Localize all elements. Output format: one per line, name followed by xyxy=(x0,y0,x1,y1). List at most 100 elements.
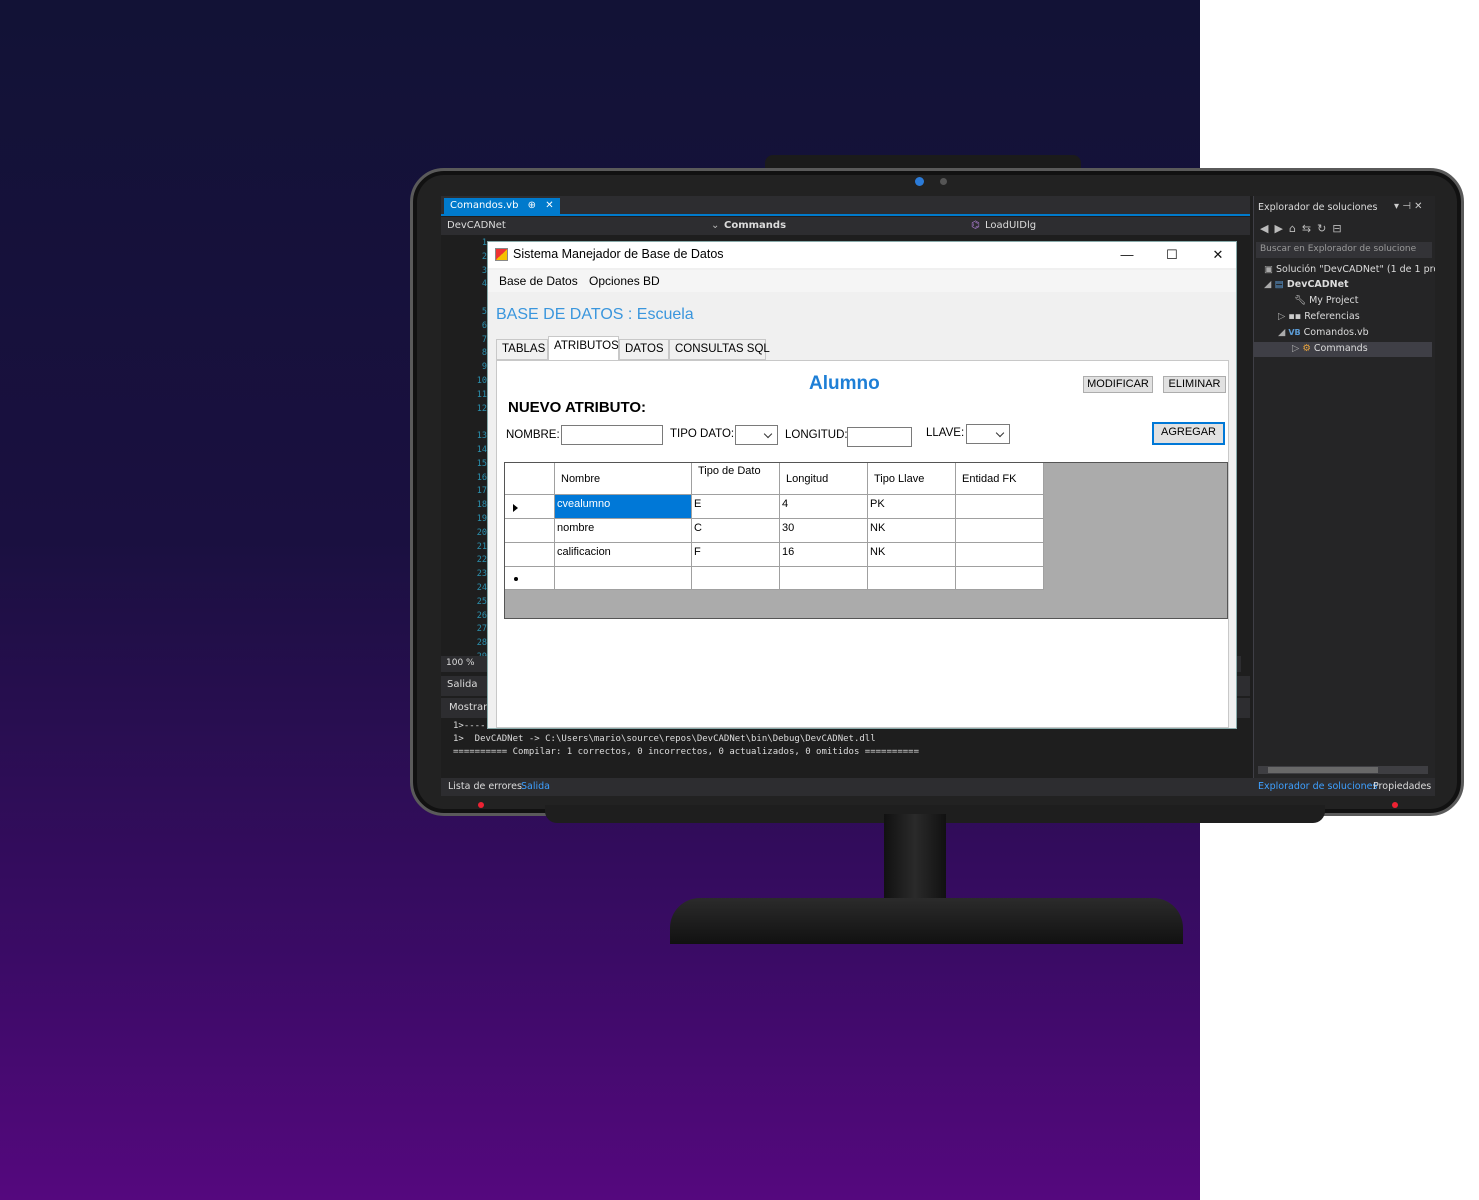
line-number: 2 xyxy=(481,251,487,262)
grid-cell[interactable]: C xyxy=(692,519,780,543)
name-label: NOMBRE: xyxy=(506,429,560,441)
tree-item-solution[interactable]: ▣ Solución "DevCADNet" (1 de 1 proy xyxy=(1264,264,1435,275)
tab-sql-queries[interactable]: CONSULTAS SQL xyxy=(669,339,770,360)
menu-db-options[interactable]: Opciones BD xyxy=(589,274,660,288)
grid-cell[interactable]: NK xyxy=(868,519,956,543)
column-header[interactable]: Tipo de Dato xyxy=(692,463,780,495)
grid-cell[interactable] xyxy=(956,519,1044,543)
row-header[interactable] xyxy=(505,495,555,519)
grid-cell[interactable]: F xyxy=(692,543,780,567)
tree-item-class[interactable]: ▷ ⚙︎ Commands xyxy=(1292,343,1368,354)
menu-database[interactable]: Base de Datos xyxy=(499,274,578,288)
grid-cell[interactable]: 16 xyxy=(780,543,868,567)
expanded-icon: ◢ xyxy=(1264,279,1275,290)
grid-cell-new[interactable] xyxy=(692,567,780,590)
tree-label: Solución "DevCADNet" (1 de 1 proy xyxy=(1276,264,1435,275)
grid-cell-new[interactable] xyxy=(780,567,868,590)
maximize-button[interactable]: ☐ xyxy=(1157,245,1187,265)
collapse-icon[interactable]: ⊟ xyxy=(1332,222,1347,235)
line-number: 3 xyxy=(481,265,487,276)
close-button[interactable]: ✕ xyxy=(1203,245,1233,265)
attributes-grid: Nombre Tipo de Dato Longitud Tipo Llave … xyxy=(504,462,1228,619)
grid-cell[interactable]: NK xyxy=(868,543,956,567)
delete-button[interactable]: ELIMINAR xyxy=(1163,376,1226,393)
tab-tables[interactable]: TABLAS xyxy=(496,339,548,360)
column-header[interactable]: Tipo Llave xyxy=(868,463,956,495)
name-input[interactable] xyxy=(561,425,663,445)
nav-method-dropdown[interactable]: LoadUIDlg xyxy=(985,220,1036,231)
grid-cell[interactable]: calificacion xyxy=(555,543,692,567)
search-placeholder: Buscar en Explorador de solucione xyxy=(1260,244,1417,254)
horizontal-scrollbar[interactable] xyxy=(1258,766,1428,774)
nav-project-dropdown[interactable]: DevCADNet xyxy=(447,220,506,231)
collapsed-icon: ▷ xyxy=(1292,343,1303,354)
column-header[interactable]: Longitud xyxy=(780,463,868,495)
key-dropdown[interactable] xyxy=(966,424,1010,444)
row-header[interactable] xyxy=(505,543,555,567)
grid-cell[interactable]: 4 xyxy=(780,495,868,519)
line-number xyxy=(459,416,487,430)
database-manager-window: Sistema Manejador de Base de Datos — ☐ ✕… xyxy=(487,241,1237,729)
minimize-button[interactable]: — xyxy=(1112,245,1142,265)
grid-cell[interactable]: nombre xyxy=(555,519,692,543)
home-icon[interactable]: ⌂ xyxy=(1289,222,1302,235)
tree-label: Referencias xyxy=(1304,311,1360,322)
grid-cell[interactable]: cvealumno xyxy=(555,495,692,519)
column-header[interactable]: Nombre xyxy=(555,463,692,495)
tab-attributes[interactable]: ATRIBUTOS xyxy=(548,336,619,360)
project-icon: ▤ xyxy=(1274,279,1287,290)
grid-cell-new[interactable] xyxy=(956,567,1044,590)
length-input[interactable] xyxy=(847,427,912,447)
grid-cell[interactable]: PK xyxy=(868,495,956,519)
row-header[interactable] xyxy=(505,519,555,543)
grid-cell[interactable]: E xyxy=(692,495,780,519)
monitor-stand-base xyxy=(670,898,1183,944)
tab-output[interactable]: Salida xyxy=(521,781,550,792)
tree-item-my-project[interactable]: 🔧︎ My Project xyxy=(1294,295,1358,306)
grid-cell-new[interactable] xyxy=(555,567,692,590)
line-number: 11 xyxy=(476,389,487,400)
output-title: Salida xyxy=(447,679,478,690)
line-number: 7 xyxy=(481,334,487,345)
line-number: 5 xyxy=(481,306,487,317)
editor-tab[interactable]: Comandos.vb ⊕ ✕ xyxy=(444,198,560,216)
monitor-stand-neck xyxy=(884,814,946,906)
pin-icon[interactable]: ⊕ xyxy=(528,200,536,211)
tree-item-file[interactable]: ◢ VB Comandos.vb xyxy=(1278,327,1369,338)
method-icon: ⌬ xyxy=(971,220,980,231)
tree-item-references[interactable]: ▷ ▪▪ Referencias xyxy=(1278,311,1360,322)
column-header[interactable]: Entidad FK xyxy=(956,463,1044,495)
zoom-level[interactable]: 100 % xyxy=(446,658,475,668)
grid-cell[interactable]: 30 xyxy=(780,519,868,543)
type-dropdown[interactable] xyxy=(735,425,778,445)
row-header[interactable] xyxy=(505,567,555,590)
sync-icon[interactable]: ⇆ xyxy=(1302,222,1317,235)
tab-properties[interactable]: Propiedades xyxy=(1373,781,1431,792)
grid-cell-new[interactable] xyxy=(868,567,956,590)
add-button[interactable]: AGREGAR xyxy=(1152,422,1225,445)
back-icon[interactable]: ◀ xyxy=(1260,222,1274,235)
line-number: 28 xyxy=(476,638,487,649)
forward-icon[interactable]: ▶ xyxy=(1274,222,1288,235)
scrollbar-thumb[interactable] xyxy=(1268,767,1378,773)
nav-class-dropdown[interactable]: Commands xyxy=(724,220,786,231)
grid-cell[interactable] xyxy=(956,495,1044,519)
grid-cell[interactable] xyxy=(956,543,1044,567)
grid-corner xyxy=(505,463,555,495)
tab-error-list[interactable]: Lista de errores xyxy=(448,781,522,792)
solution-search-input[interactable]: Buscar en Explorador de solucione xyxy=(1256,242,1432,258)
tree-label: My Project xyxy=(1309,295,1359,306)
expanded-icon: ◢ xyxy=(1278,327,1289,338)
tree-item-project[interactable]: ◢ ▤ DevCADNet xyxy=(1264,279,1349,290)
close-icon[interactable]: ✕ xyxy=(545,200,553,211)
tab-solution-explorer[interactable]: Explorador de soluciones xyxy=(1258,781,1377,792)
tab-data[interactable]: DATOS xyxy=(619,339,669,360)
pin-icon[interactable]: ▾ ⊣ ✕ xyxy=(1394,201,1422,212)
line-number: 15 xyxy=(476,458,487,469)
class-icon: ⚙︎ xyxy=(1302,343,1314,354)
line-number: 16 xyxy=(476,472,487,483)
refresh-icon[interactable]: ↻ xyxy=(1317,222,1332,235)
modify-button[interactable]: MODIFICAR xyxy=(1083,376,1153,393)
app-icon xyxy=(495,248,508,261)
references-icon: ▪▪ xyxy=(1288,311,1305,322)
